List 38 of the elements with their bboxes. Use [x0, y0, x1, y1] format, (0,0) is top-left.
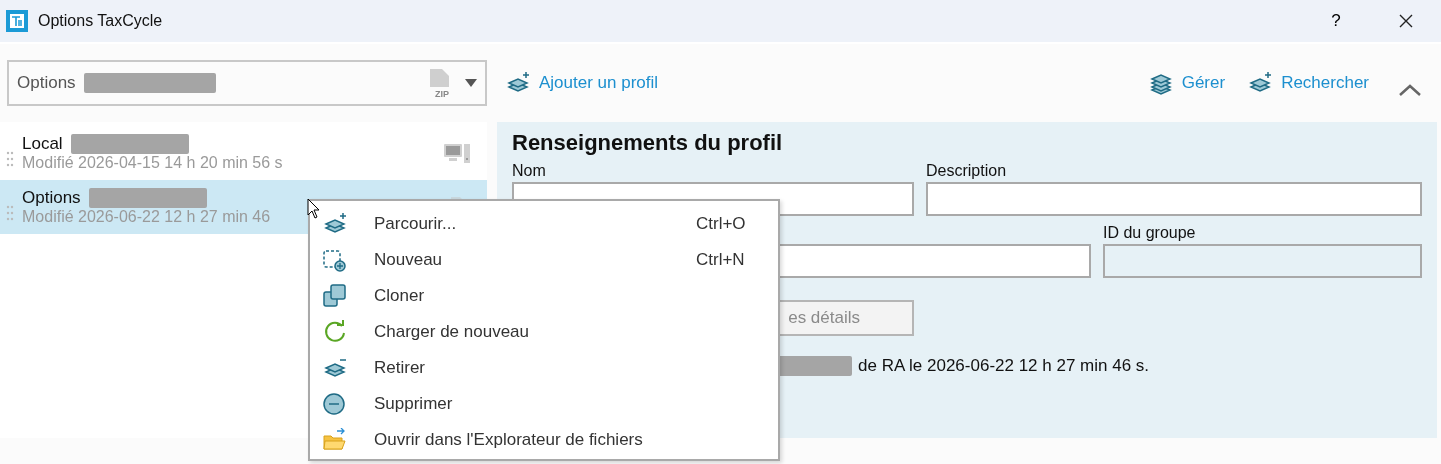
layers-minus-icon	[322, 356, 348, 380]
field-label: Nom	[512, 162, 547, 181]
modified-date: Modifié 2026-04-15 14 h 20 min 56 s	[22, 154, 283, 172]
field-label: ID du groupe	[1103, 224, 1197, 243]
layers-plus-icon	[1247, 71, 1274, 95]
folder-icon	[322, 428, 348, 452]
delete-icon	[322, 392, 348, 416]
profile-dropdown[interactable]: Options ZIP	[7, 60, 487, 106]
profile-name: Local	[22, 134, 63, 154]
clone-icon	[322, 284, 348, 308]
field-label: Description	[926, 162, 1008, 181]
profile-name: Options	[22, 188, 81, 208]
profile-item[interactable]: Local Modifié 2026-04-15 14 h 20 min 56 s	[0, 126, 487, 180]
menu-item[interactable]: Retirer	[310, 350, 778, 386]
close-icon	[1399, 14, 1413, 28]
caret-icon	[465, 79, 477, 87]
new-item-icon	[322, 248, 348, 272]
collapse-icon[interactable]	[1399, 84, 1421, 96]
drag-handle-icon	[6, 151, 14, 167]
menu-item[interactable]: Supprimer	[310, 386, 778, 422]
text-field[interactable]	[926, 182, 1422, 216]
window-title: Options TaxCycle	[38, 12, 163, 30]
app-icon	[6, 10, 28, 32]
info-text: de RA le 2026-06-22 12 h 27 min 46 s.	[858, 356, 1150, 376]
modified-date: Modifié 2026-06-22 12 h 27 min 46	[22, 208, 271, 226]
toolbar-link[interactable]: Rechercher	[1247, 71, 1369, 95]
computer-icon	[443, 142, 471, 164]
layers-plus-icon	[322, 212, 348, 236]
toolbar-link[interactable]: Ajouter un profil	[505, 71, 659, 95]
file-type-label: ZIP	[435, 89, 449, 98]
section-title: Renseignements du profil	[512, 130, 784, 156]
selected-profile: Options	[17, 73, 76, 93]
menu-item[interactable]: Ouvrir dans l'Explorateur de fichiers	[310, 422, 778, 458]
layers-plus-icon	[505, 71, 531, 95]
help-button[interactable]: ?	[1301, 0, 1371, 42]
reload-icon	[322, 320, 348, 344]
drag-handle-icon	[6, 205, 14, 221]
menu-item[interactable]: Nouveau Ctrl+N	[310, 242, 778, 278]
